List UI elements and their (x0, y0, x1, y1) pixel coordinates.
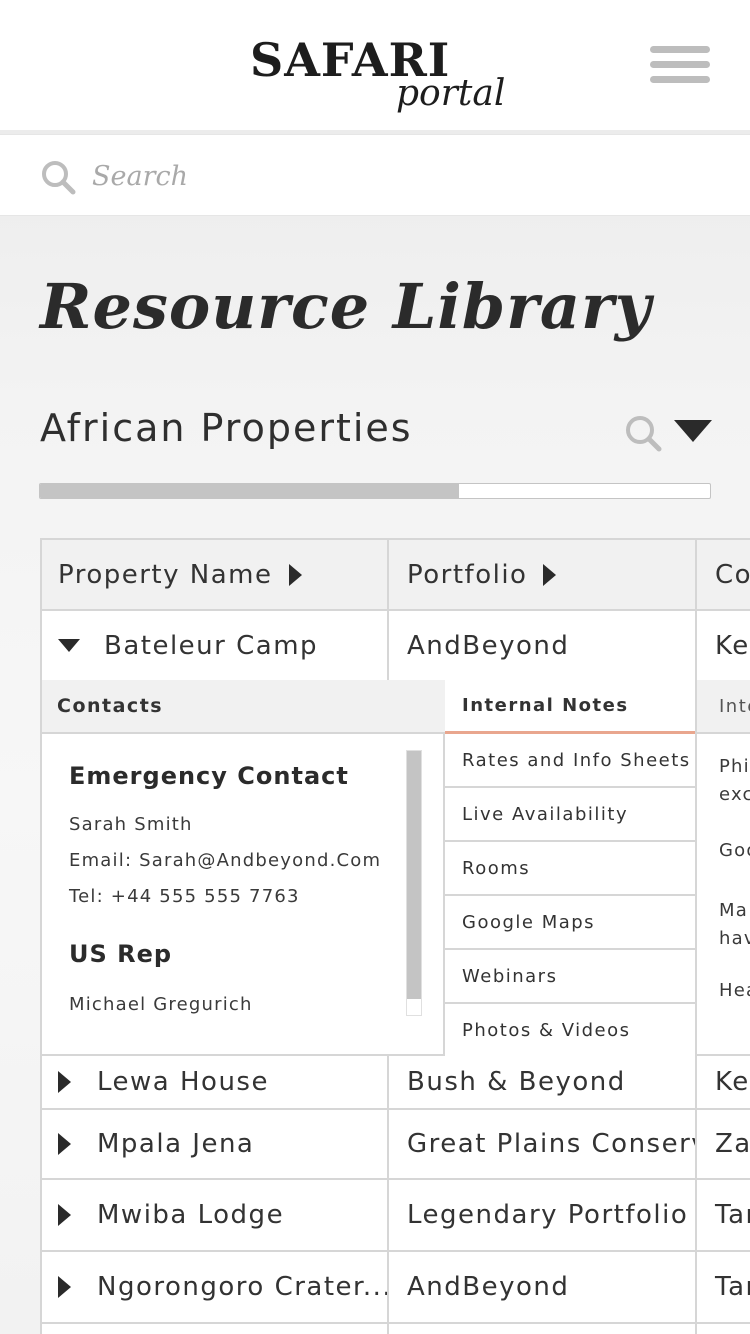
table-row[interactable]: Ngorongoro Crater... AndBeyond Tan (42, 1252, 750, 1324)
note-line: hav (719, 928, 750, 949)
table-row[interactable]: Mpala Jena Great Plains Conserv... Zar (42, 1110, 750, 1180)
note-line: exc (719, 784, 750, 805)
emergency-contact-email[interactable]: Email: Sarah@Andbeyond.Com (69, 850, 381, 871)
section-search-icon[interactable] (624, 414, 662, 452)
contacts-body: Emergency Contact Sarah Smith Email: Sar… (42, 734, 445, 1056)
country-cell: Tan (715, 1272, 750, 1302)
section-title: African Properties (40, 406, 413, 450)
scrollbar-thumb[interactable] (407, 751, 421, 999)
properties-table: Property Name Portfolio Co Bateleur Camp… (40, 538, 750, 1334)
sort-arrow-icon (543, 563, 557, 586)
country-cell (697, 1324, 750, 1334)
property-name-cell: Bateleur Camp (42, 611, 389, 680)
progress-bar (39, 483, 711, 499)
tab-rooms[interactable]: Rooms (445, 842, 695, 896)
property-name: Bateleur Camp (104, 630, 319, 661)
collapse-caret-icon[interactable] (58, 639, 80, 652)
portfolio-cell: Great Plains Conserv... (389, 1110, 697, 1178)
tab-rates-info-sheets[interactable]: Rates and Info Sheets (445, 734, 695, 788)
tab-internal-notes[interactable]: Internal Notes (445, 680, 695, 734)
property-name: Mpala Jena (97, 1129, 255, 1159)
table-row[interactable]: Mwiba Lodge Legendary Portfolio Tan (42, 1180, 750, 1252)
progress-fill (40, 484, 459, 498)
column-header-label: Co (715, 559, 750, 590)
country-cell: Tan (715, 1200, 750, 1230)
portfolio-cell: Bush & Beyond (389, 1056, 697, 1108)
search-input[interactable] (92, 155, 712, 197)
contacts-scrollbar[interactable] (406, 750, 422, 1016)
search-bar (0, 134, 750, 216)
country-cell: Ker (715, 630, 750, 661)
us-rep-heading: US Rep (69, 940, 173, 968)
property-name-cell: Mpala Jena (42, 1110, 389, 1178)
table-row-expanded[interactable]: Bateleur Camp AndBeyond Ker (42, 611, 750, 682)
portfolio-cell: AndBeyond (389, 1252, 697, 1322)
expand-caret-icon[interactable] (58, 1071, 71, 1093)
emergency-contact-heading: Emergency Contact (69, 762, 349, 790)
contacts-header: Contacts (42, 680, 445, 734)
column-header-label: Portfolio (407, 559, 528, 590)
expand-caret-icon[interactable] (58, 1204, 71, 1226)
table-row[interactable] (42, 1324, 750, 1334)
hamburger-menu-icon[interactable] (650, 44, 710, 86)
property-name-cell: Ngorongoro Crater... (42, 1252, 389, 1322)
search-icon (42, 161, 76, 195)
note-line: Ma (719, 900, 748, 921)
detail-tabs: Internal Notes Rates and Info Sheets Liv… (445, 680, 697, 1056)
tab-photos-videos[interactable]: Photos & Videos (445, 1004, 695, 1056)
row-detail-panel: Contacts Emergency Contact Sarah Smith E… (42, 680, 750, 1056)
expand-caret-icon[interactable] (58, 1133, 71, 1155)
tab-live-availability[interactable]: Live Availability (445, 788, 695, 842)
column-header-portfolio[interactable]: Portfolio (389, 540, 697, 609)
us-rep-name: Michael Gregurich (69, 994, 253, 1015)
column-header-property-name[interactable]: Property Name (42, 540, 389, 609)
safari-portal-logo[interactable]: SAFARI portal (250, 34, 510, 124)
table-header-row: Property Name Portfolio Co (42, 538, 750, 611)
app-header: SAFARI portal (0, 0, 750, 130)
property-name-cell: Lewa House (42, 1056, 389, 1108)
note-line: Goo (719, 840, 750, 861)
expand-caret-icon[interactable] (58, 1276, 71, 1298)
column-header-label: Property Name (58, 559, 273, 590)
property-name: Ngorongoro Crater... (97, 1272, 389, 1302)
property-name-cell (42, 1324, 389, 1334)
table-row[interactable]: Lewa House Bush & Beyond Ker (42, 1056, 750, 1110)
tab-google-maps[interactable]: Google Maps (445, 896, 695, 950)
country-cell: Zar (715, 1129, 750, 1159)
logo-sub-text: portal (396, 73, 506, 114)
property-name: Lewa House (97, 1067, 269, 1097)
column-header-country[interactable]: Co (697, 540, 750, 609)
emergency-contact-phone[interactable]: Tel: +44 555 555 7763 (69, 886, 300, 907)
property-name: Mwiba Lodge (97, 1200, 285, 1230)
sort-arrow-icon (288, 563, 302, 586)
note-line: Hea (719, 980, 750, 1001)
internal-notes-panel: Inte Phi exc Goo Ma hav Hea (697, 680, 750, 1056)
portfolio-cell: AndBeyond (389, 611, 697, 680)
note-line: Phi (719, 756, 750, 777)
tab-webinars[interactable]: Webinars (445, 950, 695, 1004)
internal-notes-header: Inte (697, 680, 750, 734)
portfolio-cell (389, 1324, 697, 1334)
country-cell: Ker (715, 1067, 750, 1097)
dropdown-caret-icon[interactable] (674, 420, 712, 442)
page-title: Resource Library (40, 270, 652, 343)
property-name-cell: Mwiba Lodge (42, 1180, 389, 1250)
emergency-contact-name: Sarah Smith (69, 814, 193, 835)
portfolio-cell: Legendary Portfolio (389, 1180, 697, 1250)
